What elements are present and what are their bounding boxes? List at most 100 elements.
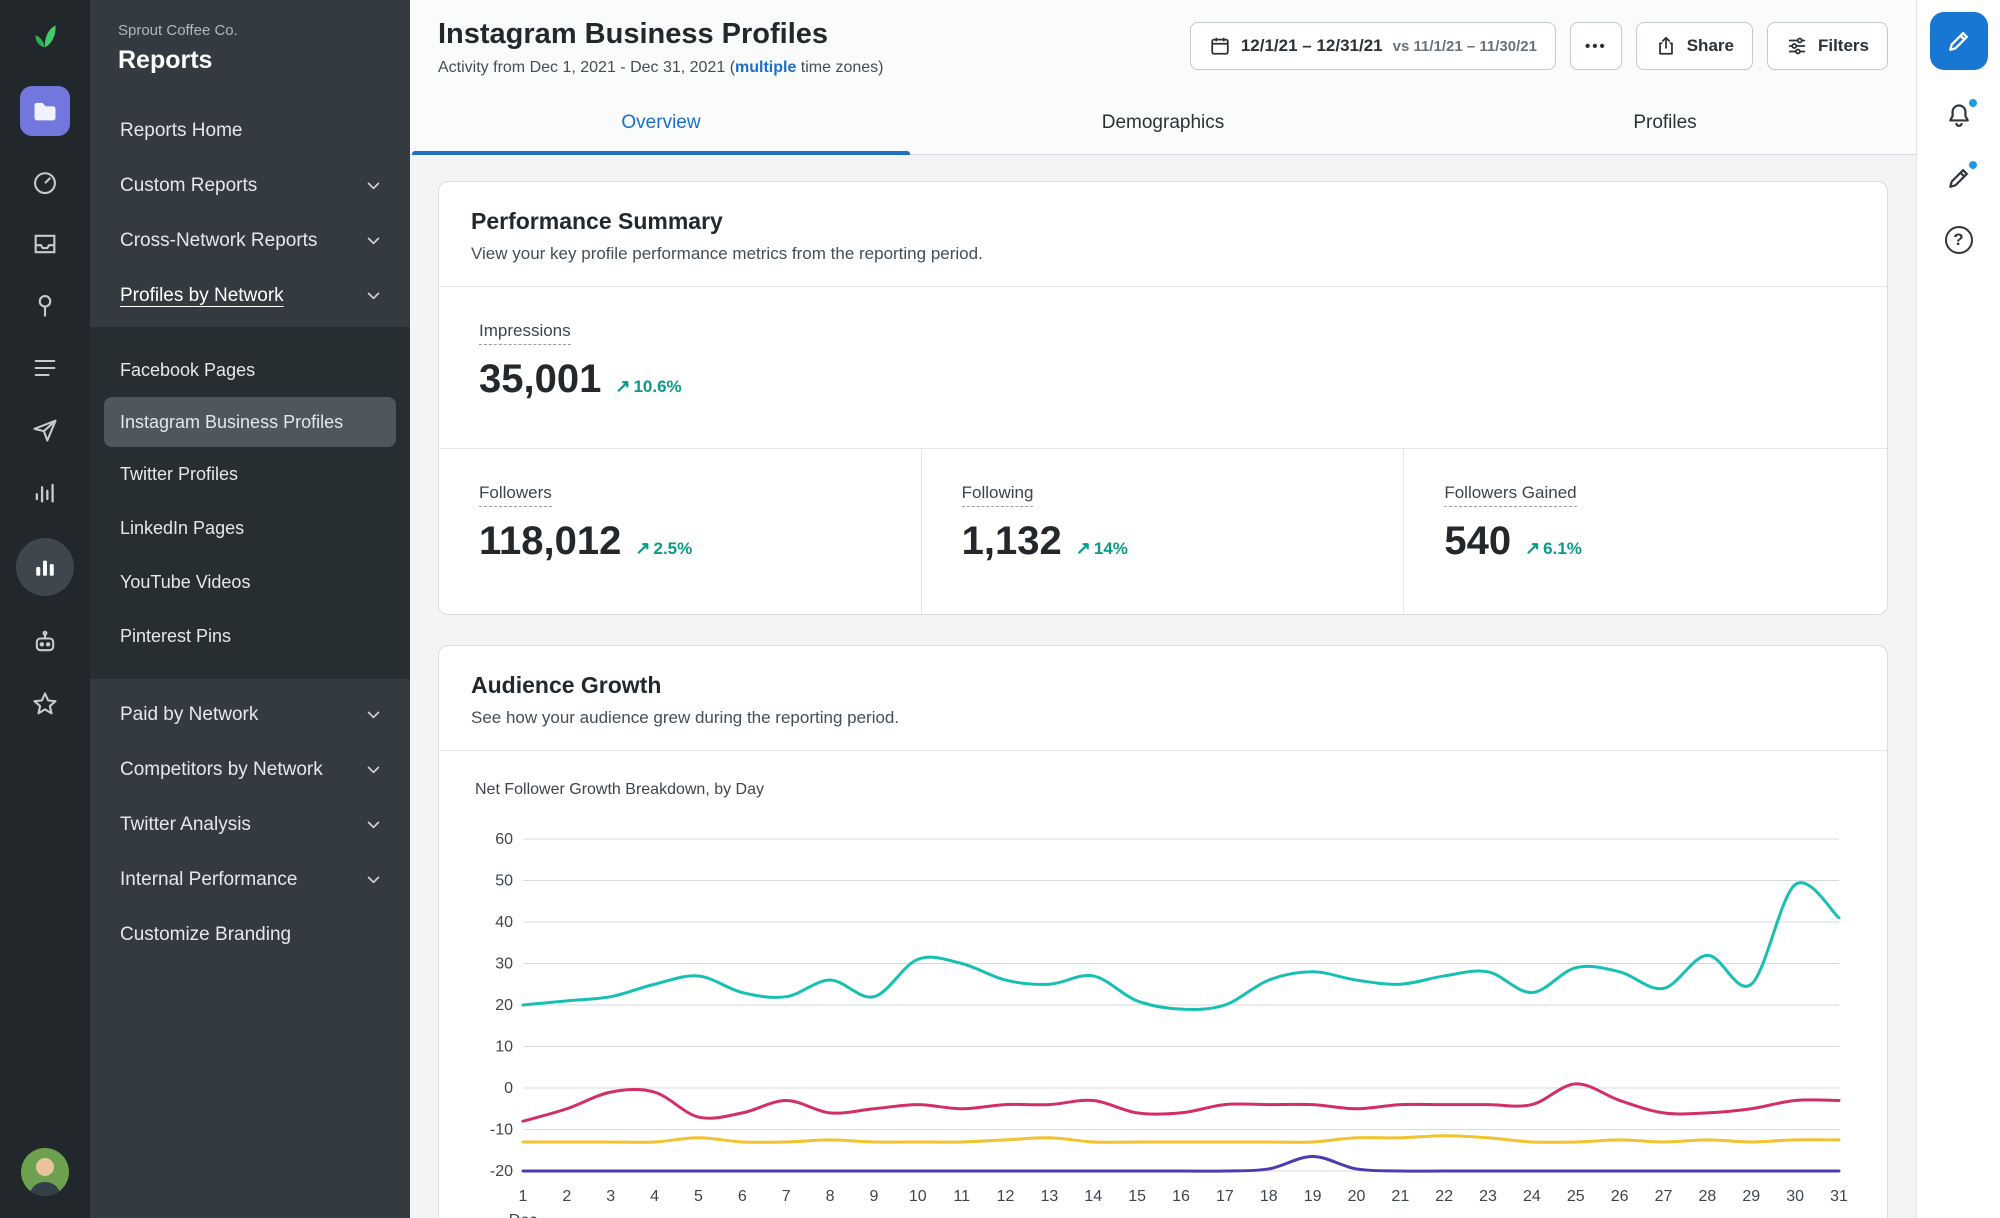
sidebar-item-reports-home[interactable]: Reports Home xyxy=(90,103,410,158)
sidebar-network-facebook-pages[interactable]: Facebook Pages xyxy=(90,343,410,397)
sidebar-item-label: Cross-Network Reports xyxy=(120,229,318,251)
svg-text:8: 8 xyxy=(826,1188,835,1205)
sidebar-item-label: Twitter Analysis xyxy=(120,813,251,835)
filters-button[interactable]: Filters xyxy=(1766,22,1888,70)
chevron-down-icon xyxy=(365,232,382,249)
feedback-pen-icon[interactable] xyxy=(1943,159,1979,194)
metric-value-row: 35,001 ↗ 10.6% xyxy=(479,357,1847,402)
sidebar-item-competitors-by-network[interactable]: Competitors by Network xyxy=(90,742,410,797)
audience-growth-header: Audience Growth See how your audience gr… xyxy=(439,646,1887,751)
sidebar-network-linkedin-pages[interactable]: LinkedIn Pages xyxy=(90,501,410,555)
sidebar-item-internal-performance[interactable]: Internal Performance xyxy=(90,852,410,907)
svg-text:4: 4 xyxy=(650,1188,659,1205)
metric-impressions: Impressions 35,001 ↗ 10.6% xyxy=(439,287,1887,449)
svg-text:18: 18 xyxy=(1260,1188,1278,1205)
metric-change: ↗ 2.5% xyxy=(635,538,692,559)
metric-change-value: 6.1% xyxy=(1543,539,1582,558)
card-description: View your key profile performance metric… xyxy=(471,244,983,263)
sidebar-item-cross-network-reports[interactable]: Cross-Network Reports xyxy=(90,213,410,268)
tab-profiles[interactable]: Profiles xyxy=(1414,91,1916,154)
sprout-logo-icon[interactable] xyxy=(25,16,65,56)
tab-demographics[interactable]: Demographics xyxy=(912,91,1414,154)
chevron-down-icon xyxy=(365,177,382,194)
metric-value: 1,132 xyxy=(961,519,1062,563)
sidebar-item-customize-branding[interactable]: Customize Branding xyxy=(90,907,410,962)
sidebar-network-youtube-videos[interactable]: YouTube Videos xyxy=(90,555,410,609)
svg-text:31: 31 xyxy=(1830,1188,1848,1205)
svg-text:60: 60 xyxy=(495,831,513,848)
help-icon[interactable]: ? xyxy=(1943,224,1975,256)
metric-change-value: 10.6% xyxy=(633,377,682,396)
compose-button[interactable] xyxy=(1929,12,1988,70)
svg-text:26: 26 xyxy=(1611,1188,1629,1205)
sidebar-title: Reports xyxy=(118,46,213,74)
sidebar-item-custom-reports[interactable]: Custom Reports xyxy=(90,158,410,213)
svg-text:12: 12 xyxy=(997,1188,1015,1205)
sidebar-item-twitter-analysis[interactable]: Twitter Analysis xyxy=(90,797,410,852)
sidebar-item-label: Profiles by Network xyxy=(120,284,284,306)
notifications-bell-icon[interactable] xyxy=(1943,97,1979,132)
report-tabs: Overview Demographics Profiles xyxy=(410,91,1916,155)
metric-label[interactable]: Impressions xyxy=(479,321,571,345)
share-icon xyxy=(1655,35,1677,57)
sidebar-item-label: Competitors by Network xyxy=(120,758,323,780)
audience-growth-card: Audience Growth See how your audience gr… xyxy=(438,645,1888,1218)
net-follower-growth-chart[interactable]: 6050403020100-10-201 2 3 4 5 6 7 8 9 10 11 12 13 14 15… xyxy=(475,827,1853,1218)
publishing-plane-icon[interactable] xyxy=(29,414,61,446)
svg-text:21: 21 xyxy=(1391,1188,1409,1205)
bot-icon[interactable] xyxy=(29,626,61,658)
pin-icon[interactable] xyxy=(29,290,61,322)
metric-label[interactable]: Followers xyxy=(479,483,552,507)
sidebar-network-twitter-profiles[interactable]: Twitter Profiles xyxy=(90,447,410,501)
share-button[interactable]: Share xyxy=(1635,22,1753,70)
metric-value: 540 xyxy=(1444,519,1512,563)
folder-icon[interactable] xyxy=(20,86,70,136)
compose-pencil-icon xyxy=(1948,32,1968,51)
utility-rail: ? xyxy=(1916,0,2000,1218)
metric-value-row: 1,132 ↗ 14% xyxy=(962,519,1364,564)
sidebar-item-paid-by-network[interactable]: Paid by Network xyxy=(90,687,410,742)
sidebar-item-label: Internal Performance xyxy=(120,868,298,890)
chevron-down-icon xyxy=(365,287,382,304)
trend-up-icon: ↗ xyxy=(635,538,651,558)
metric-change: ↗ 6.1% xyxy=(1525,538,1582,559)
tab-overview[interactable]: Overview xyxy=(410,91,912,155)
inbox-icon[interactable] xyxy=(29,228,61,260)
svg-text:6: 6 xyxy=(738,1188,747,1205)
svg-text:5: 5 xyxy=(694,1188,703,1205)
more-options-button[interactable]: ••• xyxy=(1569,22,1622,70)
reports-icon[interactable] xyxy=(16,538,74,596)
report-content: Performance Summary View your key profil… xyxy=(410,155,1916,1218)
dashboard-icon[interactable] xyxy=(29,166,61,198)
feed-list-icon[interactable] xyxy=(29,352,61,384)
chart-title: Net Follower Growth Breakdown, by Day xyxy=(475,781,764,798)
svg-text:3: 3 xyxy=(606,1188,615,1205)
account-name: Sprout Coffee Co. xyxy=(118,22,238,39)
performance-summary-header: Performance Summary View your key profil… xyxy=(439,182,1887,287)
metric-label[interactable]: Following xyxy=(961,483,1034,507)
svg-text:-20: -20 xyxy=(490,1163,513,1180)
metric-label[interactable]: Followers Gained xyxy=(1444,483,1577,507)
sidebar-item-profiles-by-network[interactable]: Profiles by Network xyxy=(90,268,410,323)
global-nav-rail xyxy=(0,0,90,1218)
reports-sidebar: Sprout Coffee Co. Reports Reports Home Cu… xyxy=(90,0,410,1218)
favorites-star-icon[interactable] xyxy=(29,688,61,720)
sidebar-network-instagram-business-profiles[interactable]: Instagram Business Profiles xyxy=(104,397,396,447)
chevron-down-icon xyxy=(365,816,382,833)
user-avatar[interactable] xyxy=(21,1148,69,1196)
sidebar-item-label: Customize Branding xyxy=(120,923,292,945)
sidebar-network-pinterest-pins[interactable]: Pinterest Pins xyxy=(90,609,410,663)
trend-up-icon: ↗ xyxy=(1075,538,1091,558)
timezones-link[interactable]: multiple xyxy=(735,59,796,76)
svg-text:27: 27 xyxy=(1655,1188,1673,1205)
sidebar-network-group: Facebook Pages Instagram Business Profile… xyxy=(90,327,410,679)
svg-text:25: 25 xyxy=(1567,1188,1585,1205)
trend-up-icon: ↗ xyxy=(615,376,631,396)
date-range-button[interactable]: 12/1/21 – 12/31/21 vs 11/1/21 – 11/30/21 xyxy=(1189,22,1556,70)
svg-text:11: 11 xyxy=(953,1188,970,1205)
svg-text:1: 1 xyxy=(519,1188,528,1205)
listening-icon[interactable] xyxy=(29,476,61,508)
svg-text:50: 50 xyxy=(495,873,513,890)
svg-text:10: 10 xyxy=(495,1039,513,1056)
sidebar-bottom-group: Paid by Network Competitors by Network Twi… xyxy=(90,687,410,962)
